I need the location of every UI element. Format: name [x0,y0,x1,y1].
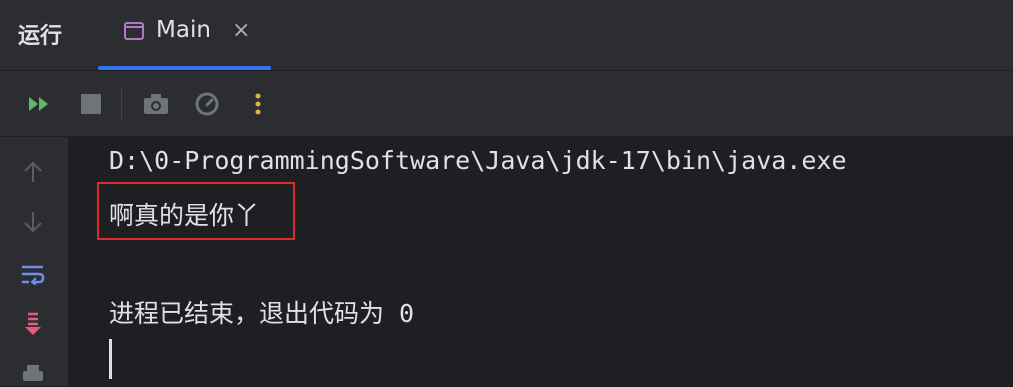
print-icon[interactable] [20,361,46,387]
tool-window-header: 运行 Main × [0,0,1013,71]
more-icon[interactable] [245,91,271,117]
arrow-down-icon[interactable] [20,209,46,235]
soft-wrap-icon[interactable] [20,261,46,287]
console-line-exit: 进程已结束，退出代码为 0 [109,299,415,328]
camera-icon[interactable] [143,91,169,117]
arrow-up-icon[interactable] [20,159,46,185]
run-toolbar [0,71,1013,137]
rerun-icon[interactable] [26,91,52,117]
tab-label: Main [156,17,211,43]
text-caret [109,339,112,379]
console-gutter [0,137,68,386]
scroll-to-end-icon[interactable] [20,312,46,338]
highlight-box [97,182,295,240]
gauge-icon[interactable] [194,91,220,117]
window-icon [124,22,144,40]
tab-main[interactable]: Main × [98,0,271,70]
console-line-command: D:\0-ProgrammingSoftware\Java\jdk-17\bin… [109,146,847,175]
toolbar-separator [121,87,122,121]
stop-icon[interactable] [78,91,104,117]
close-icon[interactable]: × [232,18,250,43]
panel-title: 运行 [18,24,63,49]
tab-active-indicator [98,66,271,70]
console-output[interactable]: D:\0-ProgrammingSoftware\Java\jdk-17\bin… [68,137,1013,386]
